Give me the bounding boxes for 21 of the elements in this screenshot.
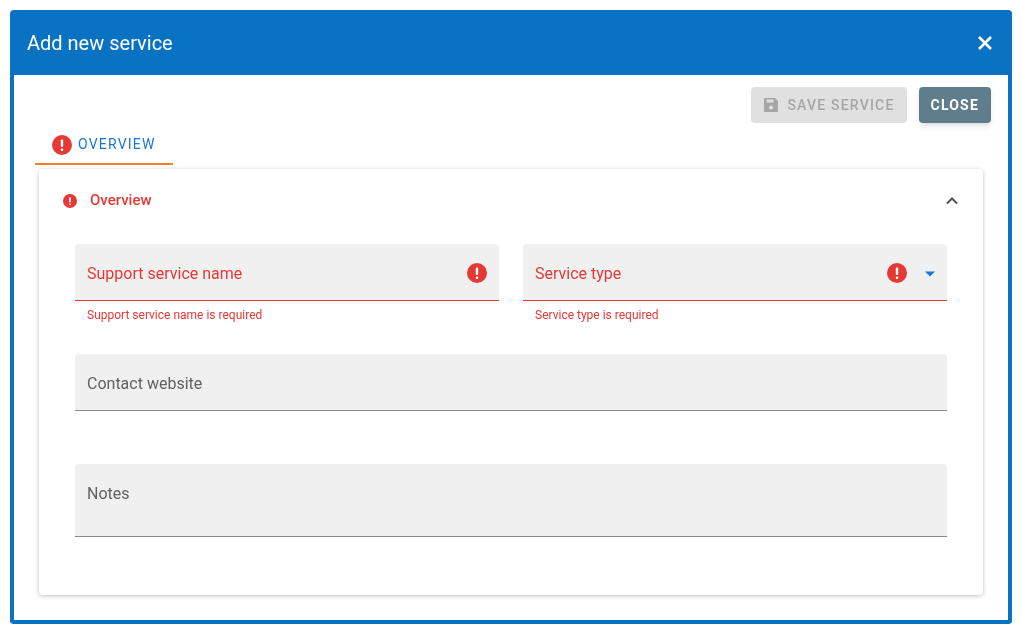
- chevron-icon: [945, 196, 959, 205]
- error-icon: [467, 263, 487, 283]
- close-button[interactable]: CLOSE: [918, 87, 991, 123]
- select-field[interactable]: Service type: [523, 244, 947, 301]
- error-icon: [52, 134, 72, 155]
- error-icon: [63, 193, 77, 208]
- panel-header[interactable]: Overview: [39, 169, 983, 232]
- input-field[interactable]: Notes: [75, 464, 947, 537]
- error-icon: [887, 263, 907, 283]
- dialog-title: Add new service: [27, 29, 173, 57]
- error-message: Support service name is required: [87, 307, 264, 324]
- input-field[interactable]: Support service name: [75, 244, 499, 301]
- field-label: Service type: [535, 263, 623, 285]
- close-icon[interactable]: [976, 33, 994, 52]
- field-label: Notes: [87, 483, 131, 505]
- field-label: Contact website: [87, 373, 204, 395]
- input-field[interactable]: Contact website: [75, 354, 947, 411]
- overview-tab[interactable]: OVERVIEW: [35, 126, 173, 165]
- error-message: Service type is required: [535, 307, 660, 324]
- field-label: Support service name: [87, 263, 244, 285]
- dropdown-caret-icon: [925, 271, 935, 277]
